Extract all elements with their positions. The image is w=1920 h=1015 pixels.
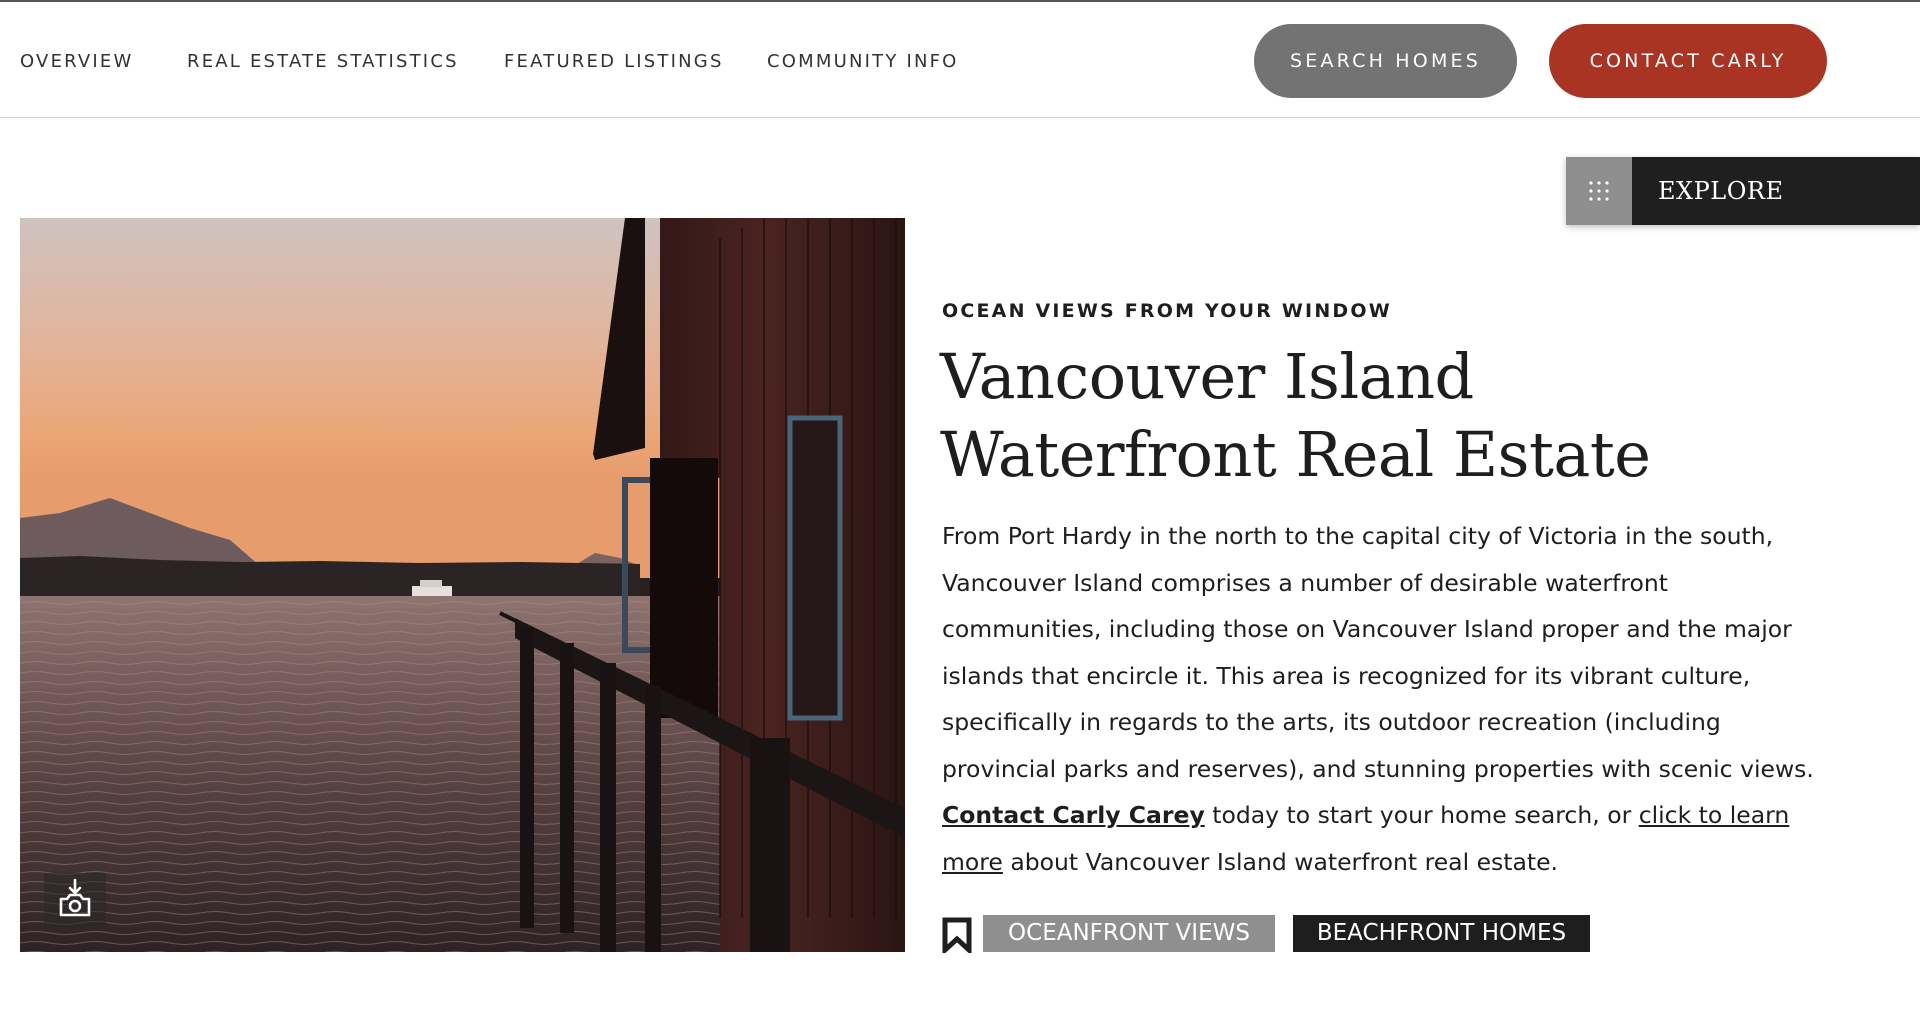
nav-link-community-info[interactable]: COMMUNITY INFO [767, 50, 959, 74]
nav-link-overview[interactable]: OVERVIEW [20, 50, 133, 74]
headline-line-2: Waterfront Real Estate [940, 418, 1651, 491]
intro-text-2: today to start your home search, or [1204, 801, 1639, 829]
tag-oceanfront-views[interactable]: OCEANFRONT VIEWS [983, 915, 1275, 952]
camera-download-icon [59, 878, 91, 917]
page-title: Vancouver Island Waterfront Real Estate [940, 338, 1840, 494]
intro-text-1: From Port Hardy in the north to the capi… [942, 522, 1814, 783]
explore-grip [1566, 157, 1632, 225]
nav-link-featured-listings[interactable]: FEATURED LISTINGS [504, 50, 724, 74]
hero-photo [20, 218, 905, 952]
intro-text-3: about Vancouver Island waterfront real e… [1002, 847, 1559, 876]
intro-paragraph: From Port Hardy in the north to the capi… [942, 513, 1822, 885]
contact-carly-button[interactable]: CONTACT CARLY [1549, 24, 1827, 98]
explore-button[interactable]: EXPLORE [1566, 157, 1920, 225]
bookmark-button[interactable] [942, 917, 972, 957]
page: OVERVIEW REAL ESTATE STATISTICS FEATURED… [0, 0, 1920, 1015]
explore-label: EXPLORE [1658, 177, 1784, 205]
headline-line-1: Vancouver Island [940, 340, 1474, 413]
contact-carly-link[interactable]: Contact Carly Carey [942, 801, 1205, 829]
photo-download-button[interactable] [44, 873, 106, 927]
bookmark-icon [942, 917, 972, 956]
nav-link-real-estate-statistics[interactable]: REAL ESTATE STATISTICS [187, 50, 459, 74]
search-homes-button[interactable]: SEARCH HOMES [1254, 24, 1517, 98]
grid-dots-icon [1589, 181, 1609, 201]
tag-beachfront-homes[interactable]: BEACHFRONT HOMES [1293, 915, 1590, 952]
waterfront-sunset-image [20, 218, 905, 952]
section-eyebrow: OCEAN VIEWS FROM YOUR WINDOW [942, 300, 1392, 322]
top-navigation: OVERVIEW REAL ESTATE STATISTICS FEATURED… [0, 2, 1920, 118]
